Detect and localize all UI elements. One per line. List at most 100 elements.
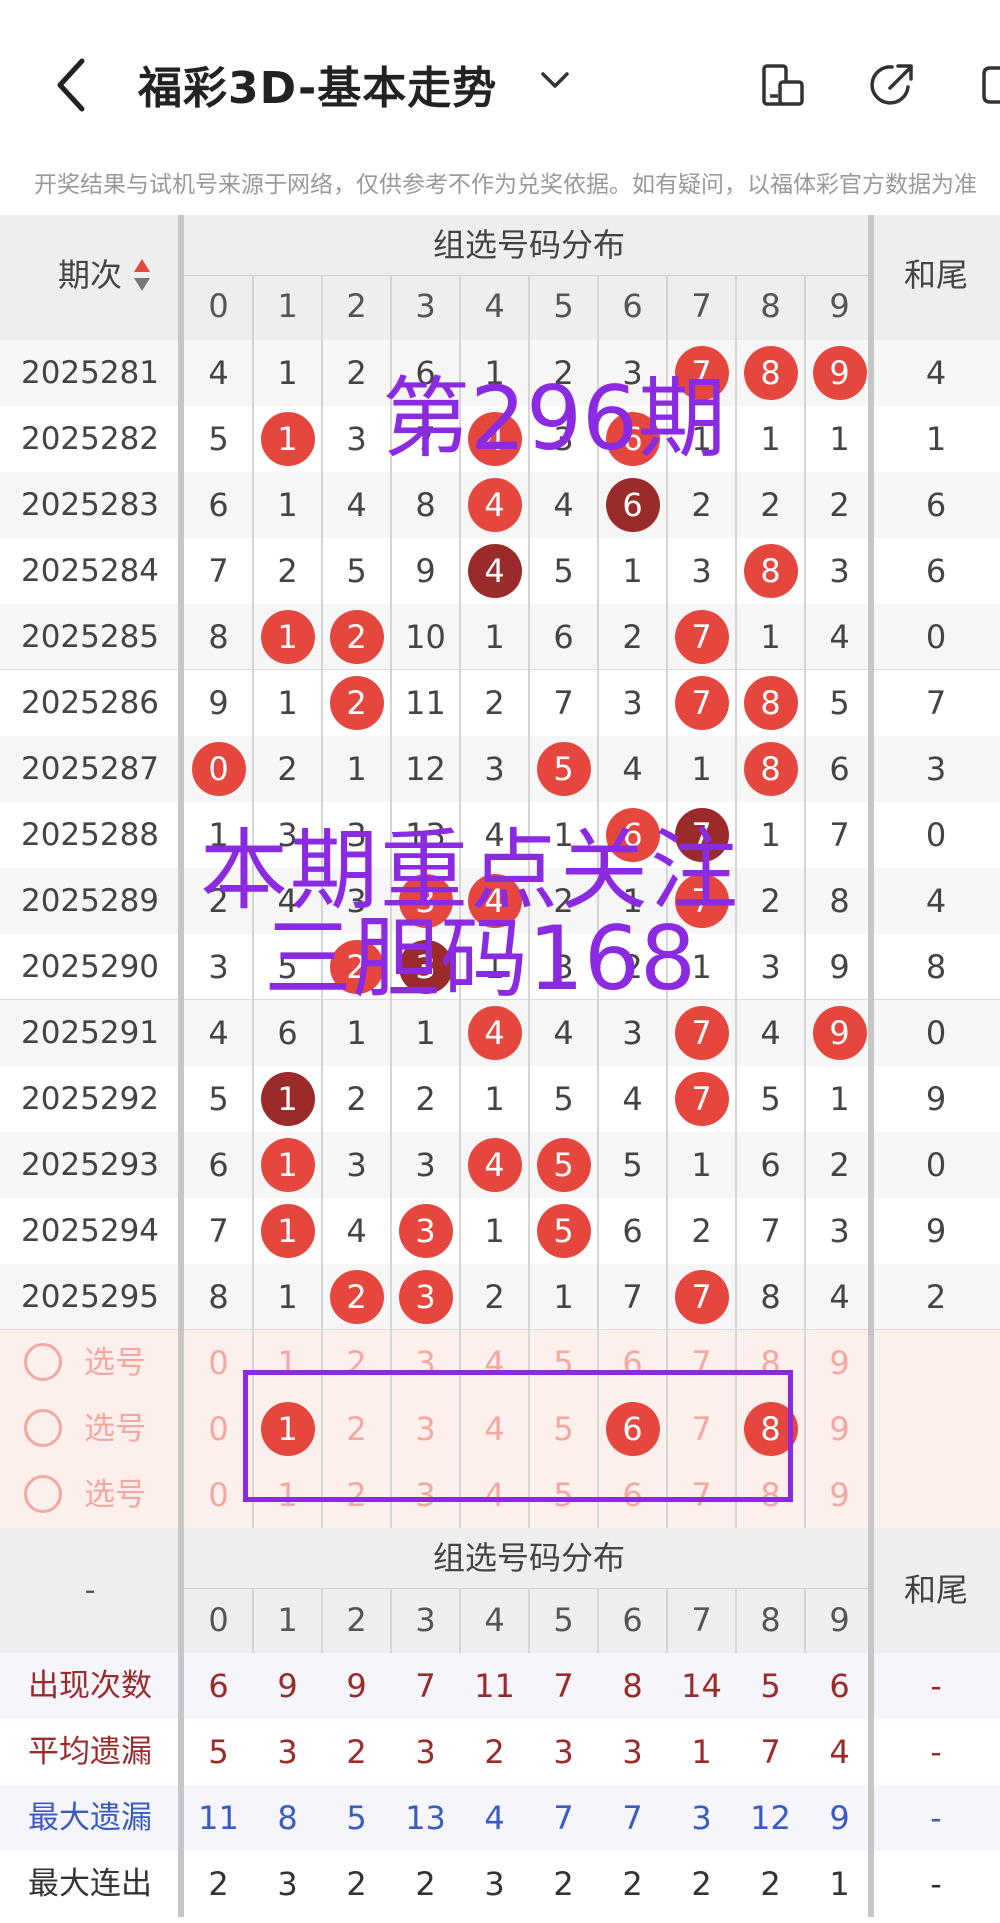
number-ball: 1: [260, 1204, 315, 1258]
right-section-divider: [868, 215, 874, 1917]
stats-value: 2: [691, 1865, 712, 1903]
table-cell: 5: [760, 1080, 781, 1118]
stats-value: 13: [405, 1799, 446, 1837]
table-row-period[interactable]: 2025284: [0, 538, 180, 604]
table-cell: 5: [553, 1080, 574, 1118]
table-cell: 1: [760, 618, 781, 656]
table-row-period[interactable]: 2025287: [0, 736, 180, 802]
table-row-period[interactable]: 2025289: [0, 868, 180, 934]
table-cell: 7: [208, 1212, 229, 1250]
table-row-period[interactable]: 2025283: [0, 472, 180, 538]
select-label[interactable]: 选号: [84, 1396, 146, 1462]
sort-icon[interactable]: [132, 257, 152, 293]
highlight-box: [243, 1370, 793, 1502]
select-digit[interactable]: 9: [805, 1396, 874, 1462]
table-cell: 3: [760, 948, 781, 986]
number-ball: 8: [743, 742, 798, 796]
number-ball: 9: [812, 346, 867, 400]
table-row-period[interactable]: 2025292: [0, 1066, 180, 1132]
sum-cell: 0: [925, 1146, 947, 1184]
table-cell: 1: [484, 1080, 505, 1118]
stats-value: 9: [277, 1667, 298, 1705]
table-cell: 8: [760, 1278, 781, 1316]
table-cell: 1: [346, 750, 367, 788]
table-row-period[interactable]: 2025291: [0, 1000, 180, 1066]
table-cell: 3: [346, 420, 367, 458]
stats-value: 11: [198, 1799, 239, 1837]
number-ball: 6: [605, 478, 660, 532]
stats-value: 7: [553, 1667, 574, 1705]
share-icon[interactable]: [868, 60, 918, 110]
table-cell: 2: [484, 684, 505, 722]
table-cell: 7: [760, 1212, 781, 1250]
column-divider: [666, 1588, 668, 1653]
number-ball: 8: [743, 544, 798, 598]
number-ball: 5: [536, 742, 591, 796]
sum-cell: 9: [925, 1212, 947, 1250]
table-cell: 3: [829, 1212, 850, 1250]
table-cell: 3: [415, 1146, 436, 1184]
stats-value: 14: [681, 1667, 722, 1705]
device-icon[interactable]: [758, 60, 808, 110]
number-ball: 7: [674, 676, 729, 730]
table-row-period[interactable]: 2025295: [0, 1264, 180, 1330]
stats-value: 2: [622, 1865, 643, 1903]
table-cell: 1: [691, 750, 712, 788]
table-cell: 4: [622, 750, 643, 788]
table-cell: 3: [622, 684, 643, 722]
overlay-focus-line2: 三胆码168: [264, 907, 696, 1010]
stats-digit-header: 0: [208, 1601, 229, 1639]
table-row-period[interactable]: 2025293: [0, 1132, 180, 1198]
table-cell: 1: [277, 1278, 298, 1316]
dist-header: 组选号码分布: [432, 226, 625, 264]
stats-value: 7: [553, 1799, 574, 1837]
select-radio[interactable]: [24, 1343, 62, 1381]
table-cell: 8: [208, 1278, 229, 1316]
table-cell: 7: [553, 684, 574, 722]
stats-value: 5: [346, 1799, 367, 1837]
select-radio[interactable]: [24, 1475, 62, 1513]
table-row-period[interactable]: 2025281: [0, 340, 180, 406]
select-label[interactable]: 选号: [84, 1462, 146, 1528]
table-cell: 1: [277, 354, 298, 392]
number-ball: 3: [398, 1204, 453, 1258]
table-cell: 6: [622, 1212, 643, 1250]
select-digit[interactable]: 9: [805, 1462, 874, 1528]
table-cell: 5: [622, 1146, 643, 1184]
page-title[interactable]: 福彩3D-基本走势: [138, 52, 497, 116]
number-ball: 1: [260, 610, 315, 664]
table-cell: 5: [346, 552, 367, 590]
more-icon[interactable]: [980, 60, 1000, 110]
stats-value: 3: [415, 1733, 436, 1771]
column-divider: [804, 275, 806, 1528]
stats-value: 3: [553, 1733, 574, 1771]
stats-digit-header: 9: [829, 1601, 850, 1639]
number-ball: 1: [260, 1138, 315, 1192]
period-header[interactable]: 期次: [0, 215, 180, 335]
table-row-period[interactable]: 2025288: [0, 802, 180, 868]
table-row-period[interactable]: 2025282: [0, 406, 180, 472]
sum-cell: 6: [925, 486, 947, 524]
table-row-period[interactable]: 2025286: [0, 670, 180, 736]
table-row-period[interactable]: 2025294: [0, 1198, 180, 1264]
table-cell: 5: [829, 684, 850, 722]
table-row-period[interactable]: 2025290: [0, 934, 180, 1000]
stats-header-left: -: [84, 1573, 96, 1608]
back-arrow-icon[interactable]: [52, 55, 90, 115]
table-cell: 9: [829, 948, 850, 986]
select-radio[interactable]: [24, 1409, 62, 1447]
sum-cell: 0: [925, 618, 947, 656]
select-digit[interactable]: 9: [805, 1330, 874, 1396]
table-cell: 1: [829, 1080, 850, 1118]
select-label[interactable]: 选号: [84, 1330, 146, 1396]
stats-value: 6: [208, 1667, 229, 1705]
stats-value: 7: [760, 1733, 781, 1771]
table-cell: 6: [829, 750, 850, 788]
table-cell: 7: [208, 552, 229, 590]
stats-digit-header: 1: [277, 1601, 298, 1639]
table-row-period[interactable]: 2025285: [0, 604, 180, 670]
table-cell: 4: [346, 1212, 367, 1250]
stats-value: 7: [622, 1799, 643, 1837]
chevron-down-icon[interactable]: [538, 60, 572, 100]
sum-cell: 4: [925, 354, 947, 392]
